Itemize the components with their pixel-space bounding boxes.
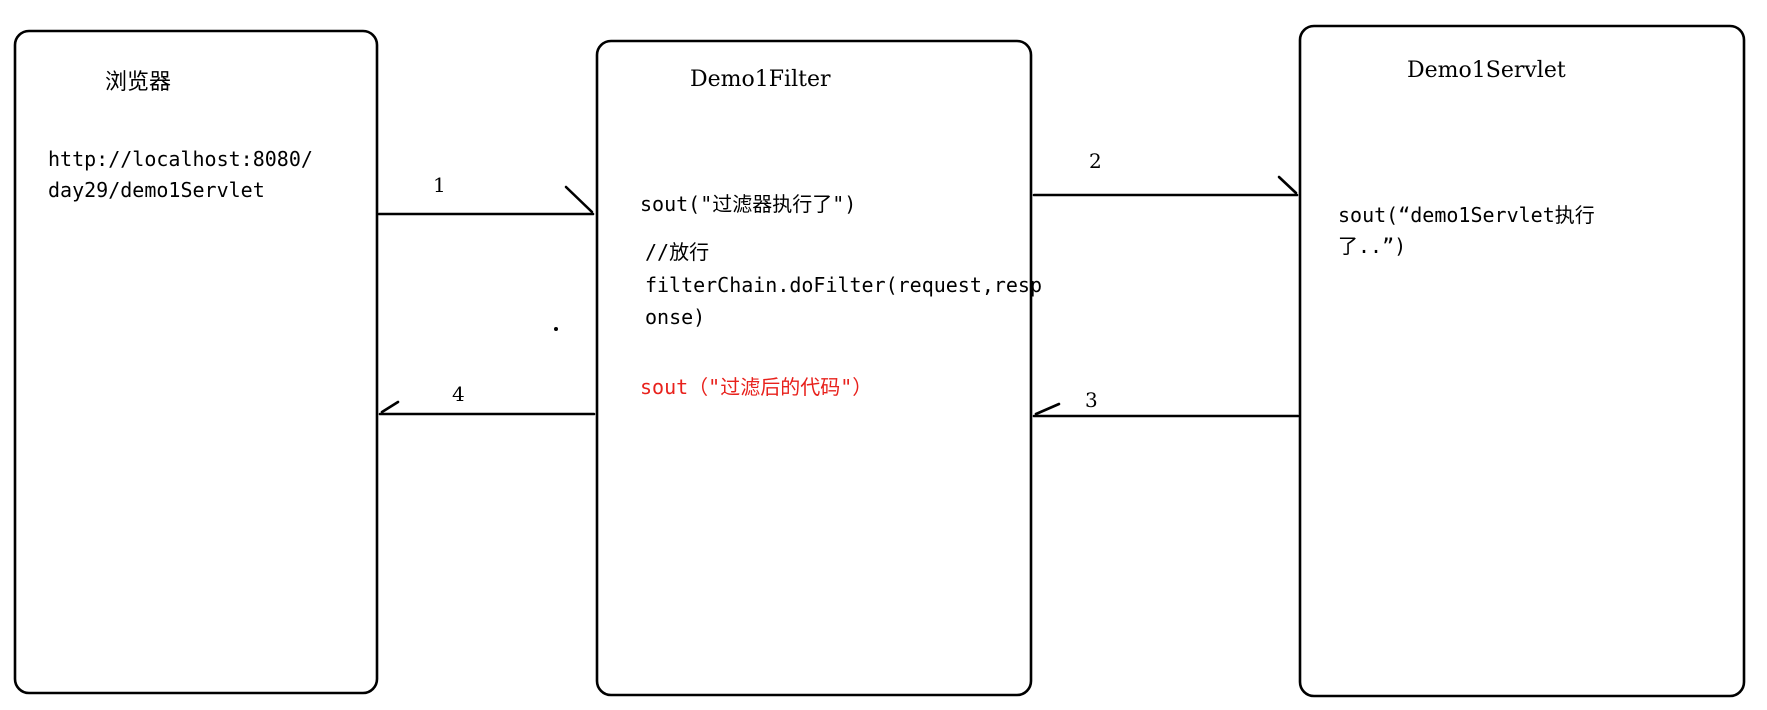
filter-code-dofilter-cont: onse)	[645, 305, 705, 329]
arrow-step-4-head	[380, 400, 400, 414]
filter-code-after: sout（"过滤后的代码"）	[640, 375, 872, 399]
filter-code-comment: //放行	[645, 240, 709, 264]
arrow-step-1-head	[564, 185, 594, 214]
arrow-step-4-label: 4	[452, 382, 465, 406]
filter-code-dofilter: filterChain.doFilter(request,resp	[645, 273, 1042, 297]
arrow-step-2-head	[1277, 175, 1298, 195]
arrow-step-3-label: 3	[1085, 388, 1098, 412]
arrow-step-1-label: 1	[433, 173, 446, 197]
servlet-box: Demo1Servlet sout(“demo1Servlet执行 了..”)	[1298, 24, 1746, 698]
filter-code-before: sout("过滤器执行了")	[640, 192, 856, 216]
arrow-step-4: 4	[378, 382, 596, 416]
filter-title: Demo1Filter	[690, 67, 831, 92]
servlet-title: Demo1Servlet	[1407, 58, 1566, 83]
arrow-step-2-label: 2	[1089, 149, 1102, 173]
arrow-step-3: 3	[1032, 388, 1300, 418]
browser-title: 浏览器	[105, 70, 171, 95]
browser-url-line-2: day29/demo1Servlet	[48, 178, 265, 202]
filter-box-frame	[595, 39, 1033, 697]
servlet-code-line-2: 了..”)	[1338, 234, 1406, 258]
arrow-step-2: 2	[1032, 149, 1299, 197]
filter-box: Demo1Filter sout("过滤器执行了") //放行 filterCh…	[595, 39, 1042, 697]
browser-url-line-1: http://localhost:8080/	[48, 147, 313, 171]
stray-dot	[554, 327, 558, 331]
servlet-code-line-1: sout(“demo1Servlet执行	[1338, 203, 1595, 227]
browser-box: 浏览器 http://localhost:8080/ day29/demo1Se…	[13, 29, 379, 695]
request-flow-diagram: 浏览器 http://localhost:8080/ day29/demo1Se…	[13, 24, 1746, 698]
servlet-box-frame	[1298, 24, 1746, 698]
arrow-step-1: 1	[377, 173, 595, 216]
arrow-step-3-head	[1034, 402, 1061, 416]
browser-box-frame	[13, 29, 379, 695]
